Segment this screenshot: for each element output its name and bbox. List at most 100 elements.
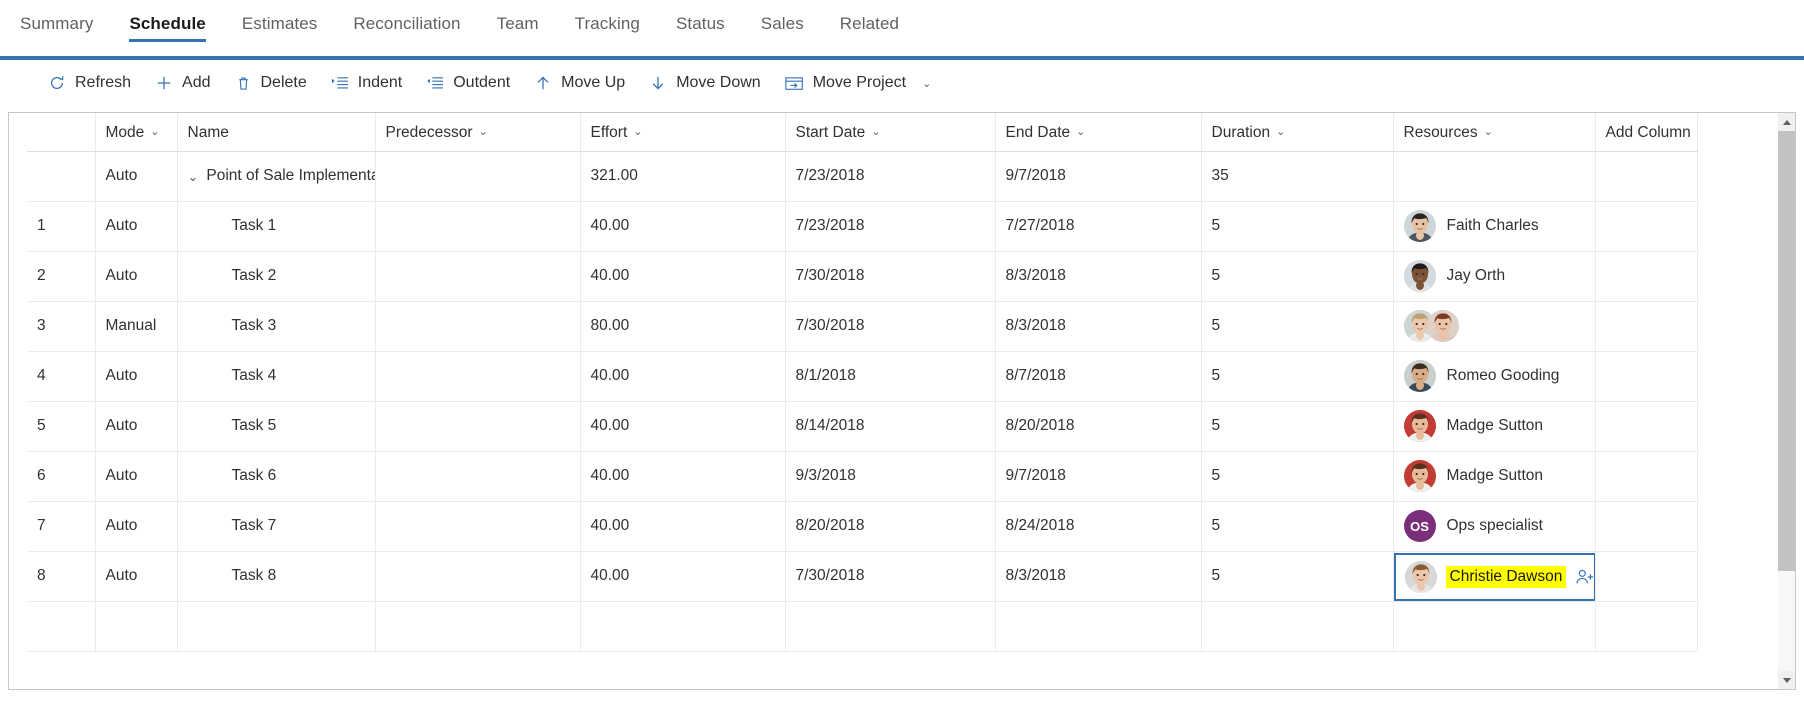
- table-row[interactable]: 1 Auto Task 1 40.00 7/23/2018 7/27/2018 5 Faith…: [27, 201, 1698, 252]
- column-header-start-date[interactable]: Start Date ⌄: [785, 113, 996, 152]
- resources-cell[interactable]: Jay Orth: [1393, 251, 1596, 302]
- name-cell[interactable]: ⌄ Point of Sale Implementat: [177, 151, 376, 202]
- start-date-cell[interactable]: 7/23/2018: [785, 201, 996, 252]
- mode-cell[interactable]: Auto: [95, 251, 178, 302]
- refresh-button[interactable]: Refresh: [38, 68, 145, 98]
- start-date-cell[interactable]: 8/1/2018: [785, 351, 996, 402]
- end-date-cell[interactable]: 8/20/2018: [995, 401, 1202, 452]
- move-down-button[interactable]: Move Down: [639, 68, 774, 98]
- resources-cell[interactable]: Romeo Gooding: [1393, 351, 1596, 402]
- effort-cell[interactable]: 40.00: [580, 451, 786, 502]
- resources-cell[interactable]: Madge Sutton: [1393, 451, 1596, 502]
- end-date-cell[interactable]: 8/24/2018: [995, 501, 1202, 552]
- name-cell[interactable]: Task 1: [177, 201, 376, 252]
- tab-summary[interactable]: Summary: [2, 0, 111, 52]
- resource-editor[interactable]: Christie Dawson: [1393, 552, 1594, 600]
- column-header-predecessor[interactable]: Predecessor ⌄: [375, 113, 581, 152]
- mode-cell[interactable]: Auto: [95, 551, 178, 602]
- effort-cell[interactable]: 40.00: [580, 351, 786, 402]
- name-cell[interactable]: Task 4: [177, 351, 376, 402]
- effort-cell[interactable]: 40.00: [580, 501, 786, 552]
- scrollbar-track[interactable]: [1778, 131, 1795, 671]
- mode-cell[interactable]: Auto: [95, 401, 178, 452]
- chevron-down-icon[interactable]: ⌄: [871, 127, 880, 138]
- add-button[interactable]: Add: [145, 68, 224, 98]
- mode-cell[interactable]: Manual: [95, 301, 178, 352]
- predecessor-cell[interactable]: [375, 401, 581, 452]
- tab-estimates[interactable]: Estimates: [224, 0, 336, 52]
- mode-cell[interactable]: Auto: [95, 351, 178, 402]
- mode-cell[interactable]: Auto: [95, 201, 178, 252]
- column-header-name[interactable]: Name: [177, 113, 376, 152]
- resources-cell[interactable]: Christie Dawson: [1393, 551, 1596, 602]
- end-date-cell[interactable]: 7/27/2018: [995, 201, 1202, 252]
- end-date-cell[interactable]: 8/3/2018: [995, 251, 1202, 302]
- move-up-button[interactable]: Move Up: [524, 68, 639, 98]
- duration-cell[interactable]: 35: [1201, 151, 1394, 202]
- tab-team[interactable]: Team: [479, 0, 557, 52]
- duration-cell[interactable]: 5: [1201, 301, 1394, 352]
- predecessor-cell[interactable]: [375, 201, 581, 252]
- duration-cell[interactable]: 5: [1201, 201, 1394, 252]
- predecessor-cell[interactable]: [375, 301, 581, 352]
- duration-cell[interactable]: 5: [1201, 451, 1394, 502]
- mode-cell[interactable]: Auto: [95, 451, 178, 502]
- predecessor-cell[interactable]: [375, 151, 581, 202]
- scroll-down-arrow-icon[interactable]: [1778, 671, 1795, 689]
- mode-cell[interactable]: Auto: [95, 501, 178, 552]
- vertical-scrollbar[interactable]: [1777, 113, 1795, 689]
- tab-status[interactable]: Status: [658, 0, 743, 52]
- table-row[interactable]: 8 Auto Task 8 40.00 7/30/2018 8/3/2018 5 Christ…: [27, 551, 1698, 602]
- outdent-button[interactable]: Outdent: [416, 68, 524, 98]
- chevron-down-icon[interactable]: ⌄: [1076, 127, 1085, 138]
- predecessor-cell[interactable]: [375, 451, 581, 502]
- end-date-cell[interactable]: 9/7/2018: [995, 451, 1202, 502]
- chevron-down-icon[interactable]: ⌄: [1276, 127, 1285, 138]
- end-date-cell[interactable]: 8/7/2018: [995, 351, 1202, 402]
- duration-cell[interactable]: 5: [1201, 501, 1394, 552]
- effort-cell[interactable]: 80.00: [580, 301, 786, 352]
- resources-cell[interactable]: Faith Charles: [1393, 201, 1596, 252]
- effort-cell[interactable]: 40.00: [580, 401, 786, 452]
- scroll-up-arrow-icon[interactable]: [1778, 113, 1795, 131]
- mode-cell[interactable]: Auto: [95, 151, 178, 202]
- collapse-chevron-icon[interactable]: ⌄: [188, 170, 199, 183]
- duration-cell[interactable]: 5: [1201, 251, 1394, 302]
- predecessor-cell[interactable]: [375, 251, 581, 302]
- table-row[interactable]: 3 Manual Task 3 80.00 7/30/2018 8/3/2018 5: [27, 301, 1698, 352]
- end-date-cell[interactable]: 8/3/2018: [995, 551, 1202, 602]
- end-date-cell[interactable]: 9/7/2018: [995, 151, 1202, 202]
- column-header-mode[interactable]: Mode ⌄: [95, 113, 178, 152]
- resources-cell[interactable]: [1393, 151, 1596, 202]
- delete-button[interactable]: Delete: [225, 68, 321, 98]
- table-row[interactable]: 5 Auto Task 5 40.00 8/14/2018 8/20/2018 5 Madge…: [27, 401, 1698, 452]
- predecessor-cell[interactable]: [375, 551, 581, 602]
- duration-cell[interactable]: 5: [1201, 351, 1394, 402]
- name-cell[interactable]: Task 3: [177, 301, 376, 352]
- column-header-duration[interactable]: Duration ⌄: [1201, 113, 1394, 152]
- end-date-cell[interactable]: 8/3/2018: [995, 301, 1202, 352]
- name-cell[interactable]: Task 6: [177, 451, 376, 502]
- tab-schedule[interactable]: Schedule: [111, 0, 223, 52]
- column-header-end-date[interactable]: End Date ⌄: [995, 113, 1202, 152]
- name-cell[interactable]: Task 7: [177, 501, 376, 552]
- add-resource-icon[interactable]: [1575, 568, 1594, 586]
- predecessor-cell[interactable]: [375, 351, 581, 402]
- scroll-thumb[interactable]: [1778, 131, 1795, 571]
- table-row[interactable]: [27, 601, 1698, 652]
- resources-cell[interactable]: OS Ops specialist: [1393, 501, 1596, 552]
- chevron-down-icon[interactable]: ⌄: [922, 77, 931, 90]
- resources-cell[interactable]: Madge Sutton: [1393, 401, 1596, 452]
- name-cell[interactable]: Task 8: [177, 551, 376, 602]
- name-cell[interactable]: Task 2: [177, 251, 376, 302]
- move-project-button[interactable]: Move Project ⌄: [775, 68, 946, 98]
- start-date-cell[interactable]: 7/23/2018: [785, 151, 996, 202]
- start-date-cell[interactable]: 9/3/2018: [785, 451, 996, 502]
- column-header-effort[interactable]: Effort ⌄: [580, 113, 786, 152]
- tab-tracking[interactable]: Tracking: [557, 0, 658, 52]
- table-row[interactable]: Auto ⌄ Point of Sale Implementat 321.00 7/23…: [27, 151, 1698, 202]
- start-date-cell[interactable]: 7/30/2018: [785, 551, 996, 602]
- predecessor-cell[interactable]: [375, 501, 581, 552]
- effort-cell[interactable]: 321.00: [580, 151, 786, 202]
- resources-cell[interactable]: [1393, 301, 1596, 352]
